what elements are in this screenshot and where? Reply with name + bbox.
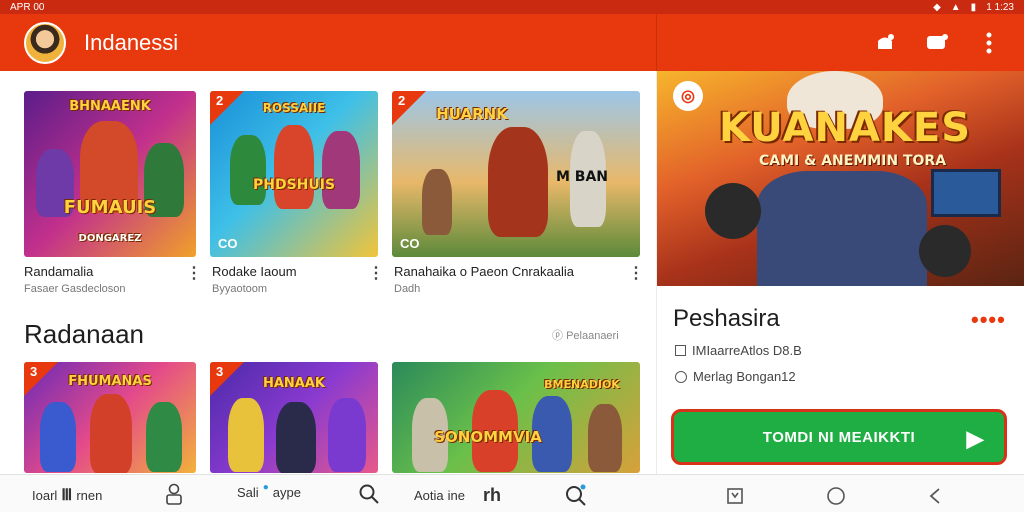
play-arrow-icon: ▶ xyxy=(966,426,984,451)
character-art xyxy=(276,402,316,473)
game-logo: SONOMMVIA xyxy=(434,428,542,446)
game-developer: Dadh xyxy=(394,283,421,295)
rank-badge: 3 xyxy=(24,362,58,396)
character-art xyxy=(90,394,132,473)
battery-icon: ▮ xyxy=(970,1,977,13)
section-title: Radanaan xyxy=(24,319,144,349)
game-logo: FUMAUIS xyxy=(63,197,157,218)
game-list: BHNAAENK FUMAUIS DONGAREZ Randamalia Fas… xyxy=(0,71,656,473)
sparkle-icon: ● xyxy=(262,482,269,493)
library-icon: rh xyxy=(483,485,501,505)
game-logo-top: ROSSAIIE xyxy=(262,101,326,115)
hero-image: ◎ KUANAKES CAMI & ANEMMIN TORA xyxy=(657,71,1024,286)
status-time: APR 00 xyxy=(10,1,45,13)
rank-badge: 2 xyxy=(210,91,244,125)
game-logo-bottom: DONGAREZ xyxy=(78,233,142,244)
hero-subtitle: CAMI & ANEMMIN TORA xyxy=(759,153,947,169)
rating-badge: CO xyxy=(400,236,420,251)
clock-icon xyxy=(675,370,687,383)
game-detail-panel: ◎ KUANAKES CAMI & ANEMMIN TORA Peshasira… xyxy=(656,71,1024,474)
game-title[interactable]: Randamalia xyxy=(24,264,93,279)
character-art xyxy=(322,131,360,209)
app-bar: Indanessi xyxy=(0,14,656,71)
game-thumbnail[interactable]: BHNAAENK FUMAUIS DONGAREZ xyxy=(24,91,196,257)
game-card[interactable]: BHNAAENK FUMAUIS DONGAREZ Randamalia Fas… xyxy=(24,91,202,301)
game-title[interactable]: Ranahaika o Paeon Cnrakaalia xyxy=(394,264,574,279)
nav-item-discover[interactable] xyxy=(564,483,588,507)
game-logo-top: BHNAAENK xyxy=(69,99,151,114)
search-icon xyxy=(566,484,586,506)
back-icon[interactable] xyxy=(928,487,942,505)
nav-item-search[interactable] xyxy=(358,483,380,505)
search-icon xyxy=(359,484,379,504)
game-logo-top: BMENADIOK xyxy=(544,378,620,391)
game-detail-title: Peshasira xyxy=(673,305,780,332)
game-thumbnail[interactable]: HANAAK 3 xyxy=(210,362,378,473)
character-art xyxy=(919,225,971,277)
game-card[interactable]: HUARNK M BAN 2 CO Ranahaika o Paeon Cnra… xyxy=(392,91,644,301)
home-icon: Ⅲ xyxy=(61,487,73,504)
rank-badge: 2 xyxy=(392,91,426,125)
game-card[interactable]: ROSSAIIE PHDSHUIS 2 CO Rodake Iaoum Byya… xyxy=(210,91,384,301)
character-art xyxy=(705,183,761,239)
nav-item-profile[interactable] xyxy=(164,483,184,505)
character-art xyxy=(757,171,927,286)
signal-icon: ▲ xyxy=(950,1,961,13)
more-menu-icon[interactable] xyxy=(976,30,1002,56)
character-art xyxy=(230,135,266,205)
card-more-icon[interactable]: ⋮ xyxy=(186,263,202,283)
game-developer: Fasaer Gasdecloson xyxy=(24,283,126,295)
game-thumbnail[interactable]: FHUMANAS 3 xyxy=(24,362,196,473)
character-art xyxy=(328,398,366,472)
card-more-icon[interactable]: ⋮ xyxy=(628,263,644,283)
status-bar: APR 00 ◆ ▲ ▮ 1 1:23 xyxy=(0,0,1024,14)
install-button[interactable]: TOMDI NI MEAIKKTI ▶ xyxy=(671,409,1007,465)
game-logo: M BAN xyxy=(555,169,609,185)
notification-icon[interactable] xyxy=(872,30,898,56)
game-thumbnail[interactable]: ROSSAIIE PHDSHUIS 2 CO xyxy=(210,91,378,257)
rating-badge: CO xyxy=(218,236,238,251)
info-icon: ⓟ xyxy=(552,330,567,342)
status-clock: 1 1:23 xyxy=(986,1,1014,13)
game-logo: HANAAK xyxy=(262,376,326,391)
game-thumbnail[interactable]: BMENADIOK SONOMMVIA xyxy=(392,362,640,473)
game-developer: Byyaotoom xyxy=(212,283,268,295)
app-bar-actions xyxy=(656,14,1024,71)
home-button-icon[interactable] xyxy=(826,486,846,506)
message-icon[interactable] xyxy=(924,30,950,56)
wifi-icon: ◆ xyxy=(933,1,941,13)
screen-art xyxy=(931,169,1001,217)
game-thumbnail[interactable]: HUARNK M BAN 2 CO xyxy=(392,91,640,257)
card-more-icon[interactable]: ⋮ xyxy=(368,263,384,283)
nav-item-games[interactable]: Sali ● aype xyxy=(237,482,301,500)
avatar[interactable] xyxy=(24,21,66,64)
nav-item-library[interactable]: Aotia ine rh xyxy=(414,485,501,506)
game-logo: FHUMANAS xyxy=(68,374,152,389)
person-icon xyxy=(166,483,182,505)
section-see-more-link[interactable]: ⓟ Pelaanaeri xyxy=(552,327,619,343)
detail-more-icon[interactable]: •••• xyxy=(971,307,1006,333)
rank-badge: 3 xyxy=(210,362,244,396)
download-icon xyxy=(675,345,686,356)
game-logo: PHDSHUIS xyxy=(252,177,336,193)
meta-size: IMIaarreAtlos D8.B xyxy=(675,343,802,358)
character-art xyxy=(146,402,182,472)
character-art xyxy=(40,402,76,472)
app-title: Indanessi xyxy=(84,29,179,55)
character-art xyxy=(488,127,548,237)
character-art xyxy=(228,398,264,472)
game-title[interactable]: Rodake Iaoum xyxy=(212,264,297,279)
bottom-nav: Ioarl Ⅲ rnen Sali ● aype Aotia ine rh xyxy=(0,474,656,512)
character-art xyxy=(422,169,452,235)
meta-rating: Merlag Bongan12 xyxy=(675,369,796,384)
nav-item-home[interactable]: Ioarl Ⅲ rnen xyxy=(32,485,102,505)
brand-icon: ◎ xyxy=(673,81,703,111)
character-art xyxy=(588,404,622,472)
character-art xyxy=(274,125,314,209)
hero-title: KUANAKES xyxy=(719,105,972,151)
system-nav-bar xyxy=(656,474,1024,512)
recents-icon[interactable] xyxy=(726,487,744,505)
game-logo-top: HUARNK xyxy=(436,105,508,123)
